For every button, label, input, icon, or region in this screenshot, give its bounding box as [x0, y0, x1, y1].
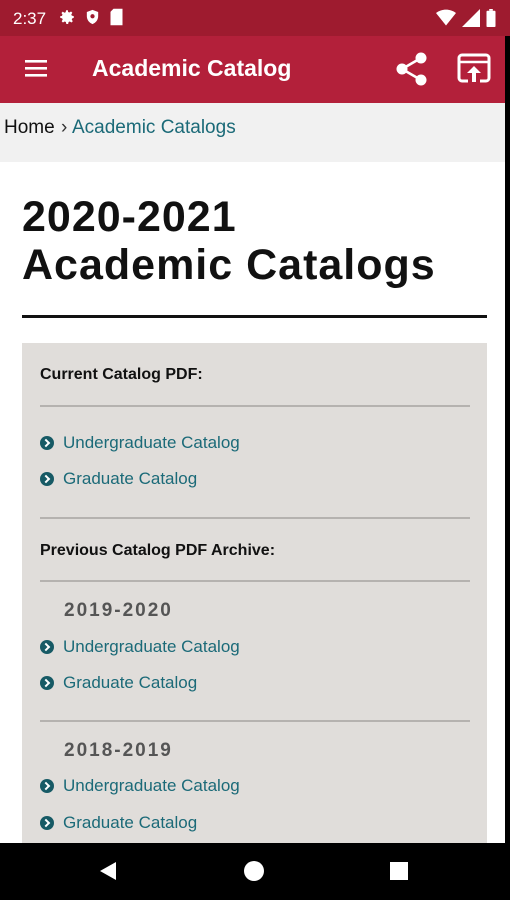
link-text[interactable]: Graduate Catalog: [63, 673, 197, 693]
shield-icon: [86, 9, 99, 25]
page-title: 2020-2021 Academic Catalogs: [22, 193, 492, 289]
chevron-circle-icon: [40, 779, 54, 793]
divider: [40, 405, 470, 407]
phone-screen: 2:37 Academic Catalog Home › Academic Ca…: [0, 0, 510, 900]
status-time: 2:37: [13, 9, 47, 28]
title-divider: [22, 315, 487, 318]
chevron-circle-icon: [40, 676, 54, 690]
catalog-panel: Current Catalog PDF: Undergraduate Catal…: [22, 343, 487, 843]
app-bar: Academic Catalog: [0, 36, 510, 103]
link-text[interactable]: Graduate Catalog: [63, 813, 197, 833]
archive-2018-graduate-link[interactable]: Graduate Catalog: [40, 811, 197, 835]
link-text[interactable]: Undergraduate Catalog: [63, 776, 240, 796]
chevron-circle-icon: [40, 472, 54, 486]
link-text[interactable]: Undergraduate Catalog: [63, 433, 240, 453]
home-icon[interactable]: [244, 861, 264, 881]
back-icon[interactable]: [98, 861, 118, 881]
current-graduate-link[interactable]: Graduate Catalog: [40, 467, 197, 491]
current-undergraduate-link[interactable]: Undergraduate Catalog: [40, 431, 240, 455]
navigation-bar: [0, 843, 510, 900]
page-title-line2: Academic Catalogs: [22, 241, 436, 289]
archive-2018-undergraduate-link[interactable]: Undergraduate Catalog: [40, 774, 240, 798]
divider: [40, 720, 470, 722]
link-text[interactable]: Undergraduate Catalog: [63, 637, 240, 657]
breadcrumb-home[interactable]: Home: [4, 117, 55, 139]
chevron-circle-icon: [40, 436, 54, 450]
chevron-circle-icon: [40, 816, 54, 830]
divider: [40, 517, 470, 519]
chevron-circle-icon: [40, 640, 54, 654]
status-left-icons: [58, 8, 124, 26]
current-catalog-label: Current Catalog PDF:: [40, 366, 203, 383]
divider: [40, 580, 470, 582]
archive-label: Previous Catalog PDF Archive:: [40, 542, 276, 559]
share-icon[interactable]: [393, 50, 431, 88]
menu-icon[interactable]: [24, 56, 50, 82]
breadcrumb-separator: ›: [61, 117, 68, 138]
page-title-line1: 2020-2021: [22, 193, 237, 241]
wifi-icon: [436, 9, 456, 26]
sd-card-icon: [110, 8, 123, 26]
signal-icon: [462, 9, 480, 27]
open-in-browser-icon[interactable]: [455, 50, 493, 88]
year-heading-2019-2020: 2019-2020: [64, 600, 173, 621]
archive-2019-graduate-link[interactable]: Graduate Catalog: [40, 671, 197, 695]
recents-icon[interactable]: [390, 862, 408, 880]
gear-icon: [60, 10, 74, 24]
link-text[interactable]: Graduate Catalog: [63, 469, 197, 489]
year-heading-2018-2019: 2018-2019: [64, 740, 173, 761]
screen-edge: [505, 36, 510, 843]
archive-2019-undergraduate-link[interactable]: Undergraduate Catalog: [40, 635, 240, 659]
battery-icon: [486, 9, 496, 27]
breadcrumb-current[interactable]: Academic Catalogs: [72, 117, 236, 139]
app-title: Academic Catalog: [92, 55, 292, 81]
status-right-icons: [436, 9, 496, 27]
breadcrumb: Home › Academic Catalogs: [0, 103, 505, 162]
status-bar: 2:37: [0, 0, 510, 36]
